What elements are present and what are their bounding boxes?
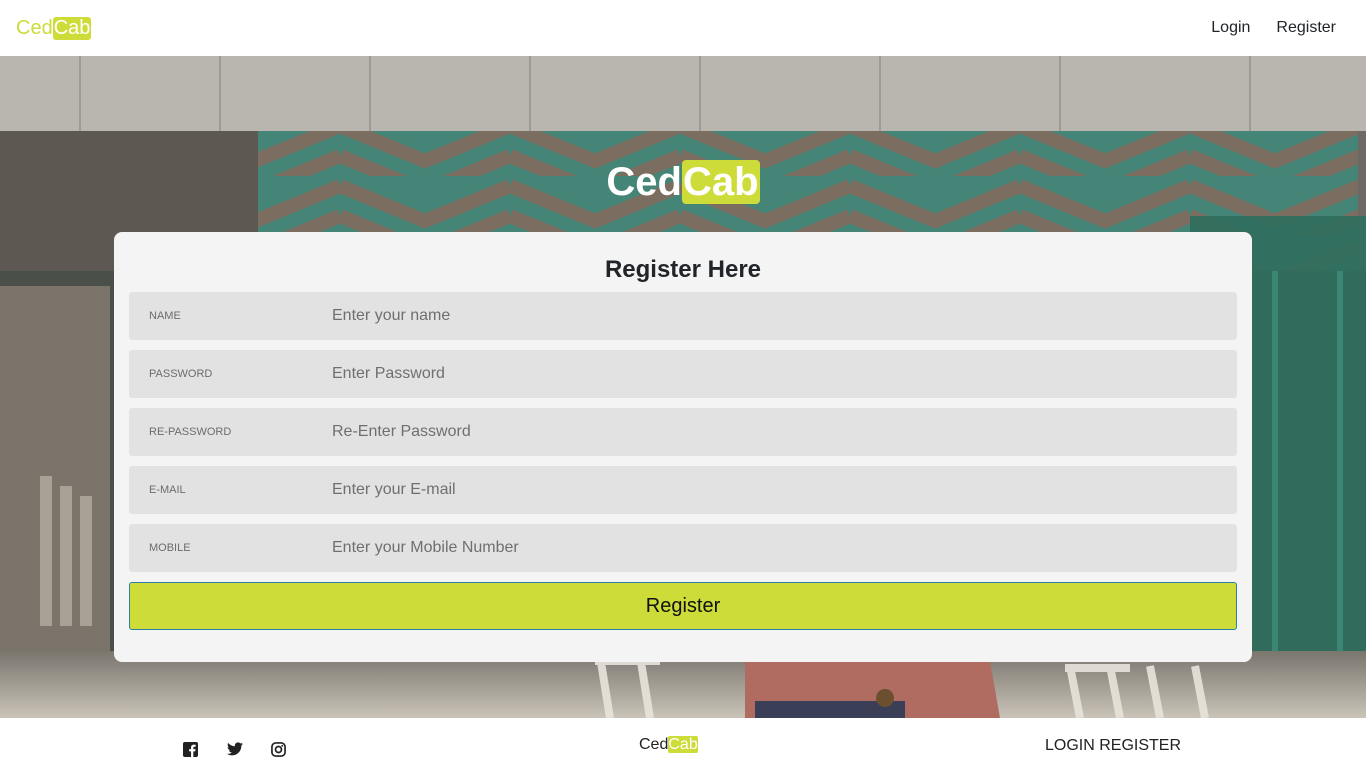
email-input[interactable] xyxy=(312,466,1237,514)
nav-register-link[interactable]: Register xyxy=(1276,19,1336,37)
repassword-label: RE-PASSWORD xyxy=(149,426,232,438)
name-field-row: NAME xyxy=(129,292,1237,340)
repassword-input[interactable] xyxy=(312,408,1237,456)
nav-login-link[interactable]: Login xyxy=(1211,19,1250,37)
mobile-input[interactable] xyxy=(312,524,1237,572)
navbar: Ced Cab Login Register xyxy=(0,0,1366,56)
mobile-field-row: MOBILE xyxy=(129,524,1237,572)
nav-links: Login Register xyxy=(1211,19,1336,37)
brand-text-ced: Ced xyxy=(16,16,53,39)
twitter-icon[interactable] xyxy=(227,742,243,758)
social-links xyxy=(183,742,287,758)
repassword-field-row: RE-PASSWORD xyxy=(129,408,1237,456)
name-input[interactable] xyxy=(312,292,1237,340)
footer-links[interactable]: LOGIN REGISTER xyxy=(1045,737,1181,755)
email-label: E-MAIL xyxy=(149,484,186,496)
password-label: PASSWORD xyxy=(149,368,213,380)
footer: CedCab LOGIN REGISTER xyxy=(0,718,1366,763)
name-label: NAME xyxy=(149,310,181,322)
register-title: Register Here xyxy=(604,256,762,283)
footer-brand-ced: Ced xyxy=(639,736,669,753)
footer-brand[interactable]: CedCab xyxy=(639,736,698,754)
brand-logo[interactable]: Ced Cab xyxy=(16,16,92,40)
register-button[interactable]: Register xyxy=(129,582,1237,630)
email-field-row: E-MAIL xyxy=(129,466,1237,514)
password-input[interactable] xyxy=(312,350,1237,398)
hero-title: CedCab xyxy=(0,160,1366,205)
facebook-icon[interactable] xyxy=(183,742,199,758)
hero-title-ced: Ced xyxy=(606,160,682,204)
password-field-row: PASSWORD xyxy=(129,350,1237,398)
instagram-icon[interactable] xyxy=(271,742,287,758)
mobile-label: MOBILE xyxy=(149,542,191,554)
brand-text-cab: Cab xyxy=(52,16,92,40)
hero-title-cab: Cab xyxy=(682,160,760,204)
register-card: Register Here NAME PASSWORD RE-PASSWORD … xyxy=(114,232,1252,662)
footer-brand-cab: Cab xyxy=(668,736,698,753)
